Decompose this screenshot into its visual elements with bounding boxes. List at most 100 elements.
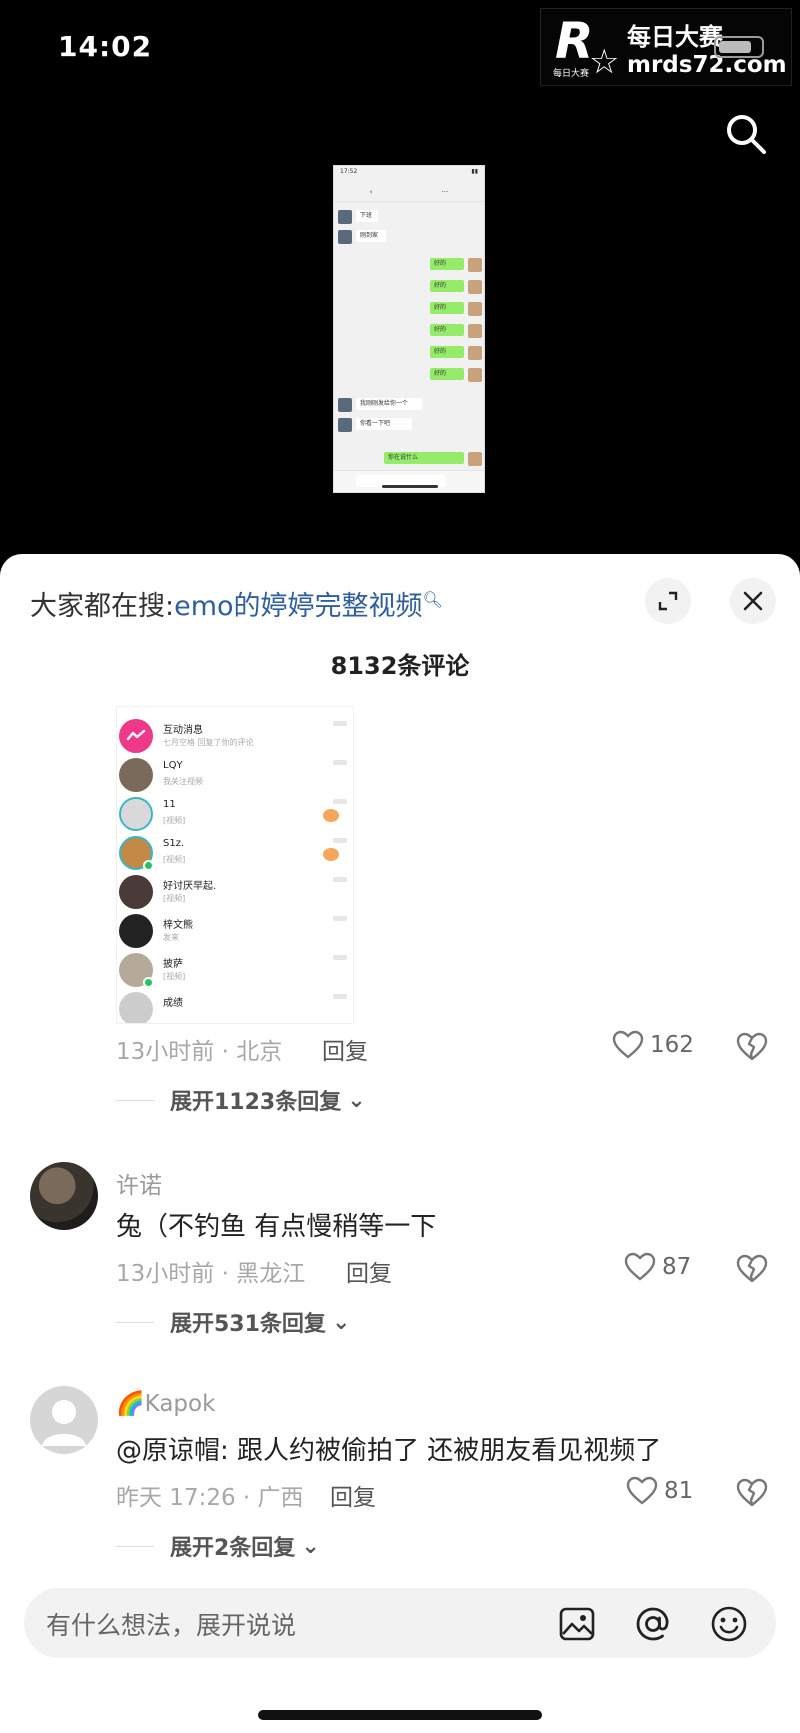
inbox-row: 成绩 (117, 986, 353, 1023)
video-player[interactable]: 17:52▮▮ ‹ ··· 下班了刚到家了好的好的好的好的好的好的我刚刚发给你一… (333, 165, 485, 493)
close-button[interactable] (730, 578, 776, 624)
video-status-bar: 17:52 ▮▮ (340, 168, 478, 175)
message-bubble-icon (119, 719, 153, 753)
like-count: 81 (664, 1478, 694, 1504)
avatar (119, 992, 153, 1023)
comment-input-placeholder: 有什么想法，展开说说 (46, 1611, 297, 1640)
broken-heart-icon (736, 1254, 768, 1283)
video-chat-messages: 下班了刚到家了好的好的好的好的好的好的我刚刚发给你一个你看一下吧你在说什么 (334, 202, 484, 472)
inbox-time (333, 838, 347, 843)
broken-heart-icon (736, 1032, 768, 1061)
watermark-emblem: R ☆ 每日大赛 (553, 12, 620, 82)
video-chat-header: ‹ ··· (334, 182, 484, 202)
spark-badge-icon (323, 809, 339, 822)
video-chat-avatar (468, 368, 482, 382)
video-chat-input (334, 470, 484, 492)
inbox-row: 好讨厌早起. [视频] (117, 869, 353, 909)
dislike-button[interactable] (736, 1032, 768, 1064)
chevron-down-icon: ⌄ (331, 1309, 351, 1335)
inbox-time (333, 994, 347, 999)
avatar (119, 914, 153, 948)
video-chat-message: 好的 (334, 302, 484, 316)
video-chat-avatar (468, 258, 482, 272)
like-button[interactable]: 87 (624, 1252, 691, 1282)
avatar (119, 758, 153, 792)
video-chat-avatar (338, 418, 352, 432)
expand-button[interactable] (645, 578, 691, 624)
expand-replies-button[interactable]: 展开1123条回复 ⌄ (116, 1084, 366, 1116)
dislike-button[interactable] (736, 1254, 768, 1286)
video-chat-message: 好的 (334, 280, 484, 294)
video-chat-avatar (468, 452, 482, 466)
inbox-time (333, 916, 347, 921)
like-button[interactable]: 162 (612, 1030, 694, 1060)
dislike-button[interactable] (736, 1478, 768, 1510)
comment-username[interactable]: 许诺 (116, 1166, 162, 1200)
comment-sheet: 大家都在搜:emo的婷婷完整视频🔍︎ 8132条评论 互动消息七月空格 回复了你… (0, 554, 800, 1733)
inbox-name: 互动消息 (163, 725, 203, 736)
inbox-preview: [视频] (163, 972, 186, 981)
like-button[interactable]: 81 (626, 1476, 693, 1506)
inbox-row: 互动消息七月空格 回复了你的评论 (117, 713, 353, 753)
expand-replies-button[interactable]: 展开2条回复 ⌄ (116, 1530, 320, 1562)
home-indicator (258, 1710, 542, 1720)
trending-search[interactable]: 大家都在搜:emo的婷婷完整视频🔍︎ (30, 584, 443, 623)
rainbow-icon: 🌈 (116, 1391, 145, 1417)
video-chat-avatar (468, 324, 482, 338)
avatar[interactable] (30, 1386, 98, 1454)
emoji-button[interactable] (710, 1605, 748, 1643)
comment-input[interactable]: 有什么想法，展开说说 (24, 1588, 776, 1658)
avatar[interactable] (30, 1162, 98, 1230)
battery-icon (714, 36, 764, 58)
image-button[interactable] (558, 1605, 596, 1643)
trending-prefix: 大家都在搜: (30, 591, 175, 622)
inbox-preview: 发来 (163, 933, 179, 942)
inbox-name: 成绩 (163, 998, 183, 1009)
video-chat-avatar (468, 302, 482, 316)
video-chat-avatar (468, 346, 482, 360)
inbox-name: 11 (163, 799, 176, 810)
comment-meta: 13小时前 · 北京 (116, 1039, 283, 1065)
inbox-row: LQY 我关注视频 (117, 752, 353, 792)
video-chat-message: 你在说什么 (334, 452, 484, 466)
inbox-preview: [视频] (163, 816, 186, 825)
expand-replies-button[interactable]: 展开531条回复 ⌄ (116, 1306, 350, 1338)
heart-icon (612, 1030, 644, 1059)
video-chat-avatar (338, 398, 352, 412)
status-time: 14:02 (58, 30, 153, 63)
image-icon (559, 1607, 595, 1641)
inbox-row: S1z. [视频] (117, 830, 353, 871)
inbox-row: 11 [视频] (117, 791, 353, 831)
emoji-icon (711, 1606, 747, 1642)
video-chat-message: 我刚刚发给你一个 (334, 398, 484, 412)
reply-button[interactable]: 回复 (322, 1032, 368, 1066)
trending-search-link[interactable]: emo的婷婷完整视频 (174, 591, 422, 622)
chevron-down-icon: ⌄ (347, 1087, 366, 1113)
video-chat-message: 你看一下吧 (334, 418, 484, 432)
mention-button[interactable] (634, 1605, 672, 1643)
comment-text: @原谅帽: 跟人约被偷拍了 还被朋友看见视频了 (116, 1436, 662, 1466)
video-chat-message: 好的 (334, 258, 484, 272)
inbox-time (333, 955, 347, 960)
inbox-preview: 七月空格 回复了你的评论 (163, 738, 254, 747)
comment-count: 8132条评论 (330, 652, 470, 680)
video-chat-bubble: 我刚刚发给你一个 (356, 398, 422, 410)
video-chat-bubble: 下班了 (356, 210, 378, 222)
comment-username[interactable]: 🌈Kapok (116, 1390, 215, 1417)
spark-badge-icon (323, 848, 339, 861)
inbox-time (333, 760, 347, 765)
like-count: 87 (662, 1254, 692, 1280)
reply-button[interactable]: 回复 (330, 1478, 376, 1512)
video-chat-bubble: 好的 (430, 258, 464, 270)
close-icon (743, 591, 763, 611)
heart-icon (626, 1476, 658, 1505)
comment-image[interactable]: 互动消息 七月空格 回复了你的评论 LQY 我关注视频 11 [视频] S1z. [视频] 好讨… (116, 706, 354, 1024)
inbox-name: 披萨 (163, 959, 183, 970)
inbox-time (333, 877, 347, 882)
reply-button[interactable]: 回复 (346, 1254, 392, 1288)
default-avatar-icon (42, 1400, 86, 1446)
inbox-name: S1z. (163, 838, 185, 849)
video-chat-bubble: 好的 (430, 280, 464, 292)
search-button[interactable] (722, 110, 770, 158)
chevron-down-icon: ⌄ (301, 1533, 320, 1559)
